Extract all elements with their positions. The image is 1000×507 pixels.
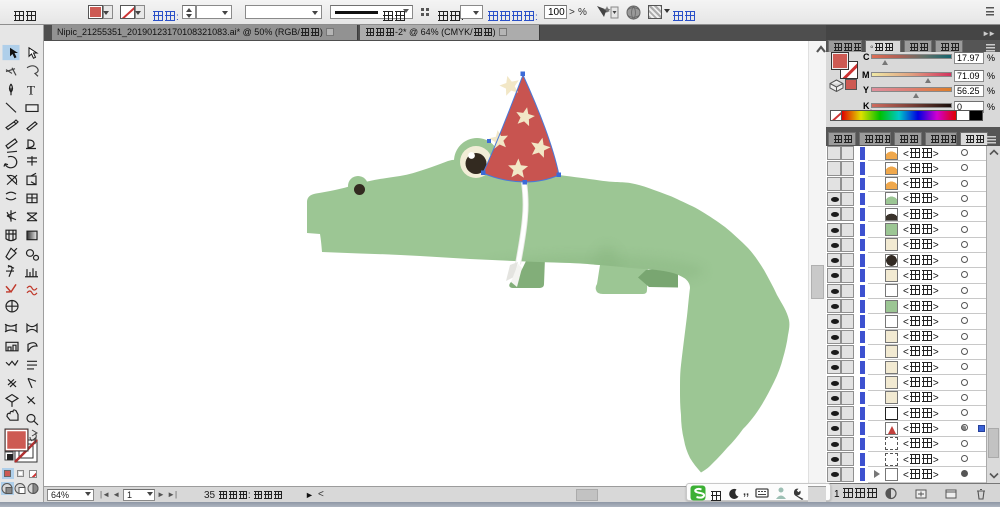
svg-text:T: T bbox=[27, 84, 35, 98]
